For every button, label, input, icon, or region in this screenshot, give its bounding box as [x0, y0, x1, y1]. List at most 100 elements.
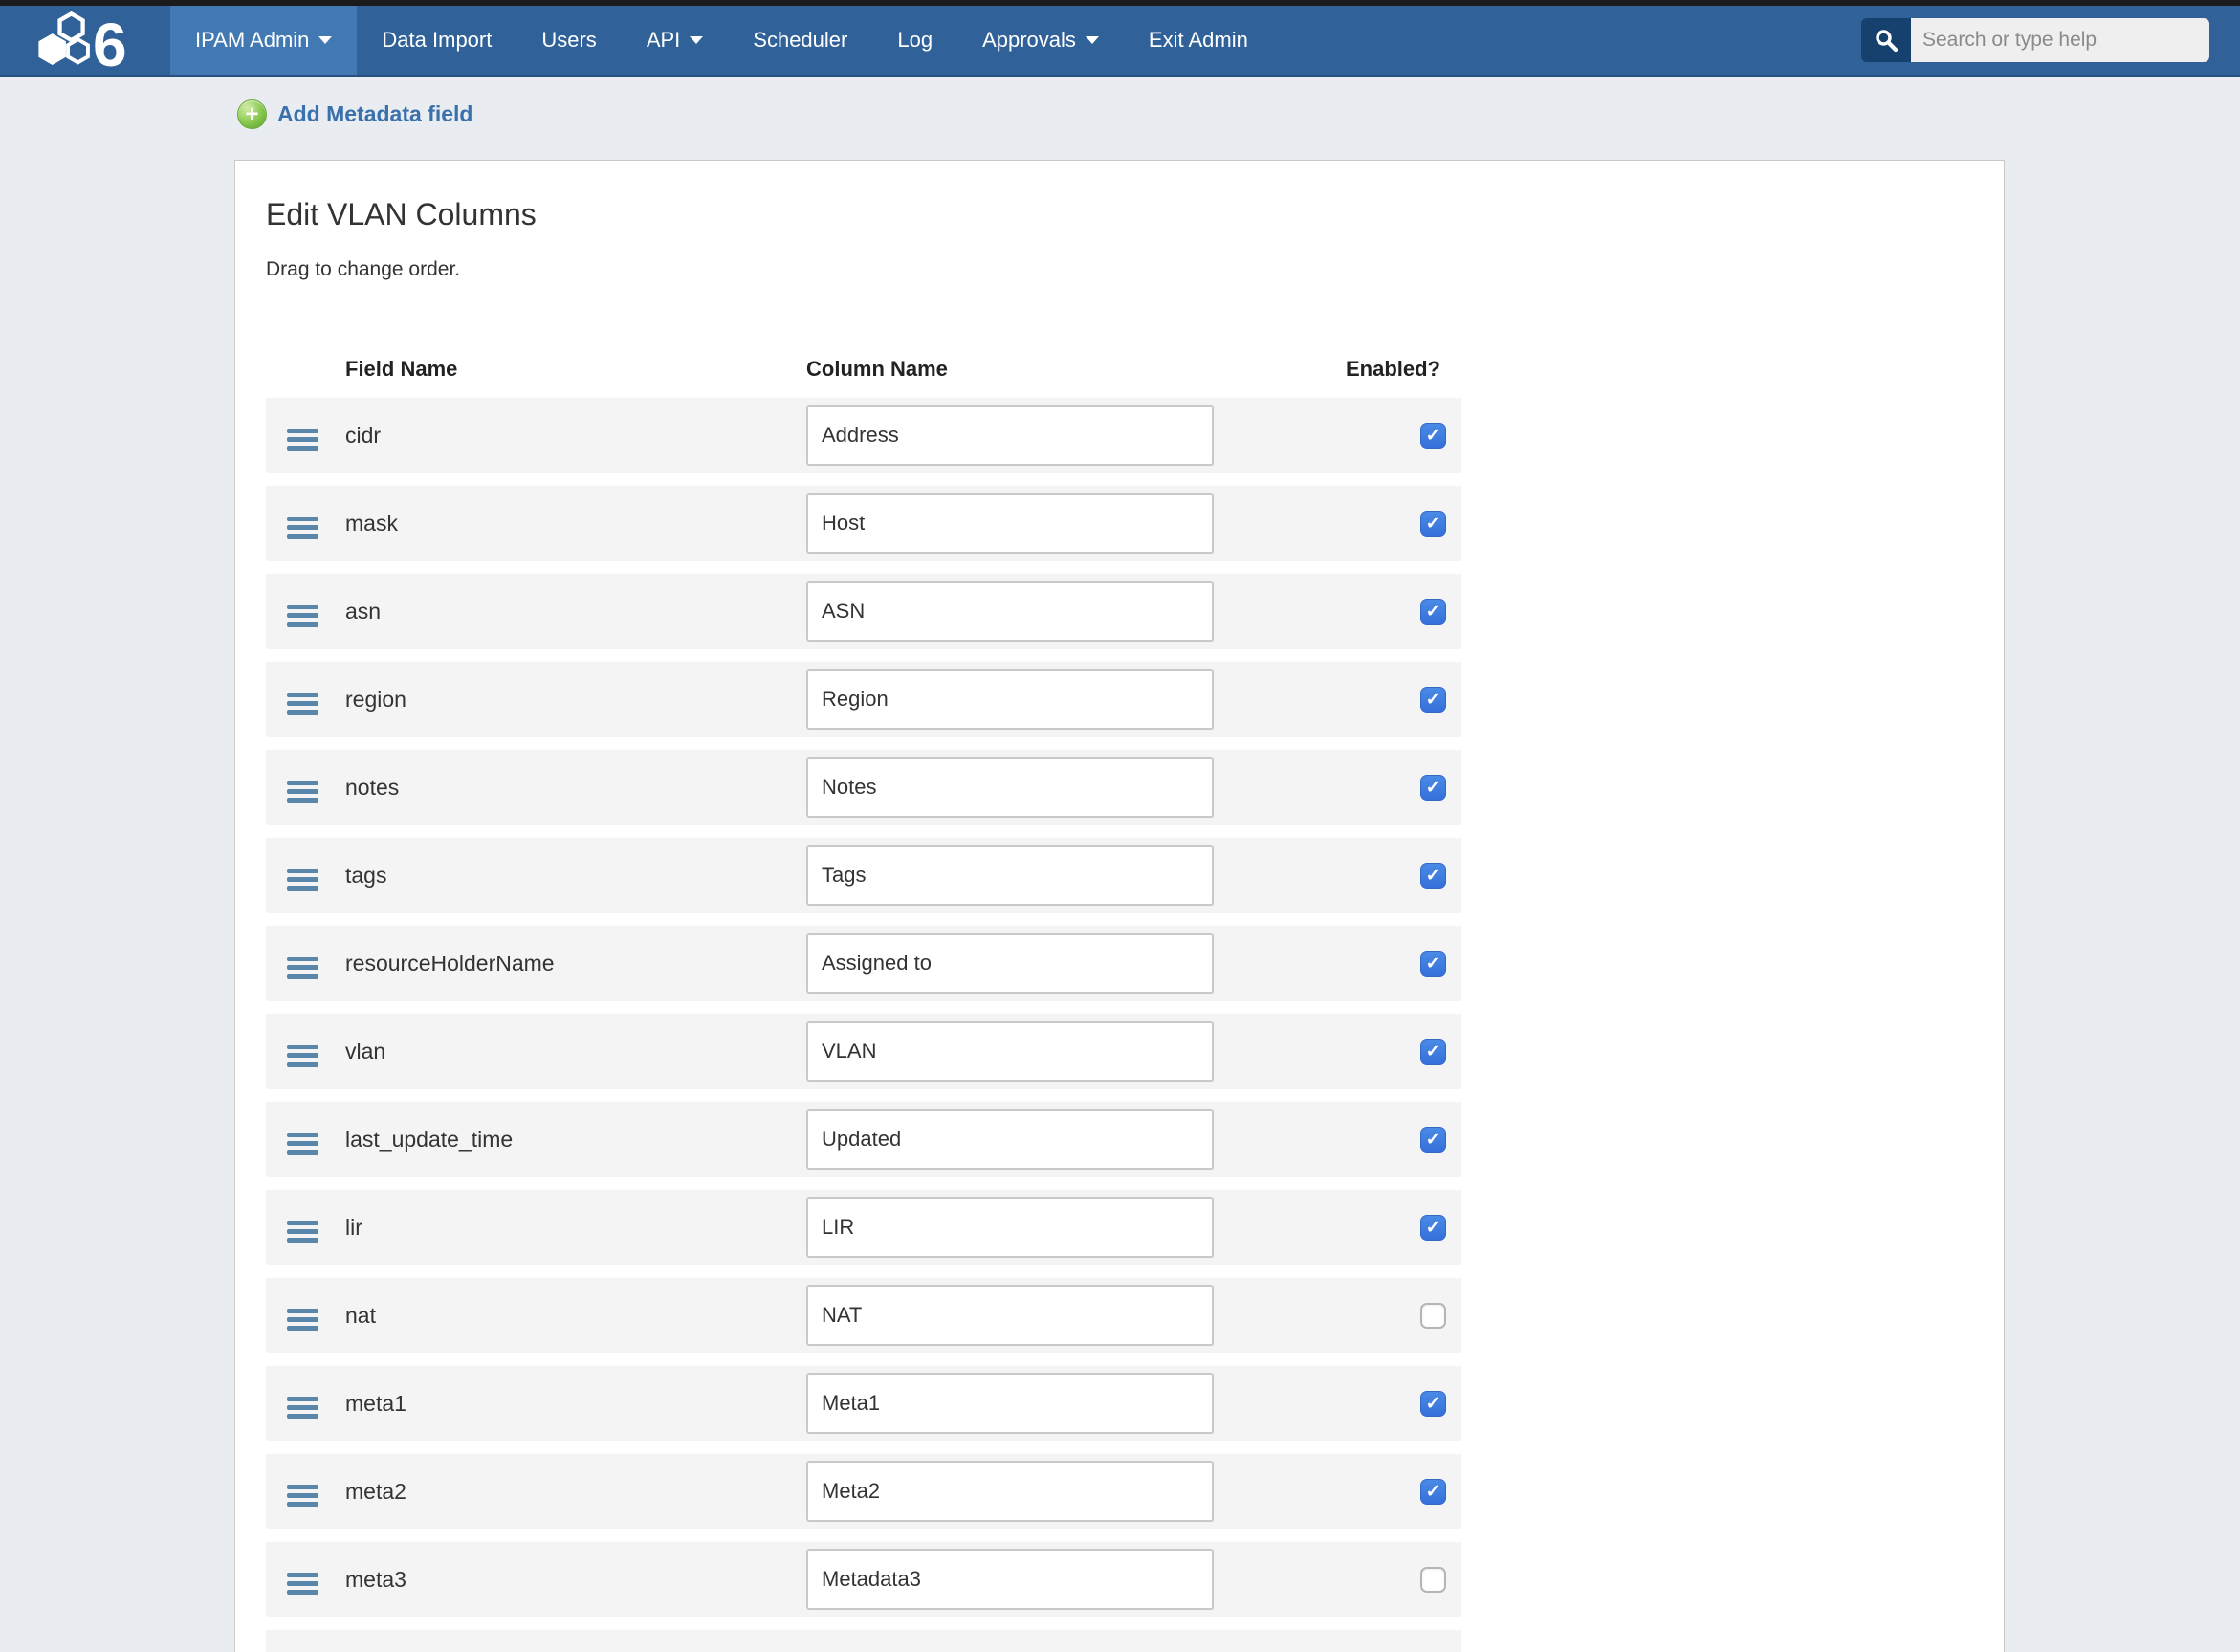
- drag-handle-icon[interactable]: [287, 1309, 318, 1331]
- table-row: last_update_time: [266, 1102, 1461, 1177]
- search-input[interactable]: [1911, 18, 2209, 62]
- logo-6connect-icon[interactable]: 6: [0, 6, 170, 75]
- enabled-checkbox[interactable]: [1420, 863, 1446, 889]
- drag-handle-icon[interactable]: [287, 429, 318, 451]
- table-row: resourceHolderName: [266, 926, 1461, 1001]
- enabled-checkbox[interactable]: [1420, 511, 1446, 537]
- table-row: lir: [266, 1190, 1461, 1265]
- drag-handle-icon[interactable]: [287, 781, 318, 803]
- field-name-label: cidr: [345, 423, 381, 448]
- svg-text:6: 6: [93, 11, 127, 71]
- nav-item-api[interactable]: API: [622, 6, 728, 75]
- field-name-label: meta2: [345, 1479, 406, 1504]
- table-row: meta3: [266, 1542, 1461, 1617]
- edit-vlan-columns-panel: Edit VLAN Columns Drag to change order. …: [234, 160, 2005, 1652]
- field-name-label: meta1: [345, 1391, 406, 1416]
- drag-handle-icon[interactable]: [287, 517, 318, 539]
- table-header: Field Name Column Name Enabled?: [266, 342, 1461, 396]
- header-enabled: Enabled?: [1214, 357, 1461, 382]
- nav-menu: IPAM Admin Data Import Users API Schedul…: [170, 6, 1273, 75]
- header-field-name: Field Name: [345, 357, 806, 382]
- enabled-checkbox[interactable]: [1420, 423, 1446, 449]
- table-row: mask: [266, 486, 1461, 561]
- table-row: meta1: [266, 1366, 1461, 1441]
- drag-handle-icon[interactable]: [287, 605, 318, 627]
- table-row: asn: [266, 574, 1461, 649]
- enabled-checkbox[interactable]: [1420, 1215, 1446, 1241]
- field-name-label: tags: [345, 863, 386, 888]
- table-body: cidr mask asn: [266, 398, 2004, 1652]
- nav-item-data-import[interactable]: Data Import: [357, 6, 516, 75]
- chevron-down-icon: [318, 36, 332, 44]
- search-icon[interactable]: [1861, 18, 1911, 62]
- table-row: nat: [266, 1278, 1461, 1353]
- add-metadata-field-link[interactable]: + Add Metadata field: [237, 99, 472, 129]
- nav-item-log[interactable]: Log: [872, 6, 957, 75]
- table-row: notes: [266, 750, 1461, 825]
- column-name-input[interactable]: [806, 1197, 1214, 1258]
- field-name-label: notes: [345, 775, 399, 800]
- column-name-input[interactable]: [806, 845, 1214, 906]
- header-column-name: Column Name: [806, 357, 1214, 382]
- nav-item-exit-admin[interactable]: Exit Admin: [1124, 6, 1273, 75]
- drag-handle-icon[interactable]: [287, 1573, 318, 1595]
- enabled-checkbox[interactable]: [1420, 1391, 1446, 1417]
- column-name-input[interactable]: [806, 1549, 1214, 1610]
- navbar: 6 IPAM Admin Data Import Users API Sched…: [0, 6, 2240, 77]
- chevron-down-icon: [1086, 36, 1099, 44]
- field-name-label: meta3: [345, 1567, 406, 1592]
- drag-handle-icon[interactable]: [287, 1221, 318, 1243]
- enabled-checkbox[interactable]: [1420, 951, 1446, 977]
- table-row: region: [266, 662, 1461, 737]
- drag-handle-icon[interactable]: [287, 693, 318, 715]
- field-name-label: nat: [345, 1303, 376, 1328]
- table-row: tags: [266, 838, 1461, 913]
- field-name-label: resourceHolderName: [345, 951, 555, 976]
- column-name-input[interactable]: [806, 1461, 1214, 1522]
- field-name-label: region: [345, 687, 406, 712]
- nav-item-users[interactable]: Users: [516, 6, 621, 75]
- drag-handle-icon[interactable]: [287, 1045, 318, 1067]
- chevron-down-icon: [690, 36, 703, 44]
- add-plus-icon: +: [237, 99, 267, 129]
- enabled-checkbox[interactable]: [1420, 1039, 1446, 1065]
- field-name-label: lir: [345, 1215, 362, 1240]
- drag-handle-icon[interactable]: [287, 1133, 318, 1155]
- enabled-checkbox[interactable]: [1420, 599, 1446, 625]
- navbar-search: [1861, 6, 2209, 75]
- enabled-checkbox[interactable]: [1420, 687, 1446, 713]
- column-name-input[interactable]: [806, 933, 1214, 994]
- column-name-input[interactable]: [806, 1021, 1214, 1082]
- column-name-input[interactable]: [806, 493, 1214, 554]
- drag-handle-icon[interactable]: [287, 1485, 318, 1507]
- drag-handle-icon[interactable]: [287, 1397, 318, 1419]
- table-row-partial: [266, 1630, 1461, 1652]
- table-row: cidr: [266, 398, 1461, 473]
- drag-handle-icon[interactable]: [287, 869, 318, 891]
- drag-handle-icon[interactable]: [287, 957, 318, 979]
- column-name-input[interactable]: [806, 405, 1214, 466]
- field-name-label: asn: [345, 599, 381, 624]
- column-name-input[interactable]: [806, 669, 1214, 730]
- field-name-label: vlan: [345, 1039, 385, 1064]
- enabled-checkbox[interactable]: [1420, 1567, 1446, 1593]
- nav-item-scheduler[interactable]: Scheduler: [728, 6, 872, 75]
- drag-instructions: Drag to change order.: [266, 258, 2004, 281]
- table-row: meta2: [266, 1454, 1461, 1529]
- field-name-label: last_update_time: [345, 1127, 513, 1152]
- column-name-input[interactable]: [806, 1373, 1214, 1434]
- column-name-input[interactable]: [806, 1109, 1214, 1170]
- column-name-input[interactable]: [806, 581, 1214, 642]
- add-metadata-field-label: Add Metadata field: [277, 101, 472, 127]
- enabled-checkbox[interactable]: [1420, 775, 1446, 801]
- nav-item-ipam-admin[interactable]: IPAM Admin: [170, 6, 357, 75]
- enabled-checkbox[interactable]: [1420, 1479, 1446, 1505]
- page-title: Edit VLAN Columns: [266, 197, 2004, 231]
- column-name-input[interactable]: [806, 757, 1214, 818]
- column-name-input[interactable]: [806, 1285, 1214, 1346]
- field-name-label: mask: [345, 511, 398, 536]
- nav-item-approvals[interactable]: Approvals: [957, 6, 1124, 75]
- table-row: vlan: [266, 1014, 1461, 1089]
- enabled-checkbox[interactable]: [1420, 1127, 1446, 1153]
- enabled-checkbox[interactable]: [1420, 1303, 1446, 1329]
